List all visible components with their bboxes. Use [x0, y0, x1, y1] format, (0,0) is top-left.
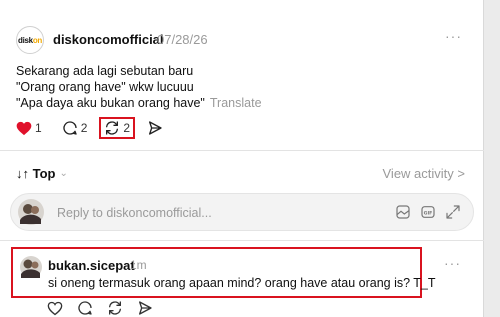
divider	[0, 150, 484, 151]
post-more-icon[interactable]: ···	[445, 28, 462, 44]
thread-card: disk on diskoncomofficial 07/28/26 ··· Se…	[0, 0, 484, 317]
reply-tools: GIF	[386, 204, 461, 220]
comment-text: si oneng termasuk orang apaan mind? oran…	[48, 276, 436, 290]
sort-label: ↓↑ Top	[16, 166, 56, 181]
post-actions: 1 2 2	[16, 117, 163, 139]
repost-icon	[106, 121, 119, 135]
like-button[interactable]: 1	[16, 118, 42, 138]
avatar[interactable]: disk on	[16, 26, 44, 54]
repost-count: 2	[123, 121, 131, 135]
comment-username[interactable]: bukan.sicepat	[48, 258, 135, 273]
post: disk on diskoncomofficial 07/28/26 ··· Se…	[0, 0, 484, 150]
post-date: 07/28/26	[157, 32, 208, 47]
view-activity-link[interactable]: View activity >	[383, 166, 466, 181]
post-text-line: "Apa daya aku bukan orang have" Translate	[16, 96, 262, 110]
heart-icon[interactable]	[47, 301, 63, 316]
post-text-line: Sekarang ada lagi sebutan baru	[16, 64, 194, 78]
heart-filled-icon	[16, 121, 32, 135]
expand-icon[interactable]	[445, 204, 461, 220]
translate-link[interactable]: Translate	[210, 96, 262, 110]
logo-text: disk	[18, 35, 33, 45]
share-button[interactable]	[147, 118, 163, 138]
comment-icon[interactable]	[77, 300, 93, 316]
comment-more-icon[interactable]: ···	[444, 255, 461, 271]
reply-count: 2	[80, 121, 88, 135]
send-icon[interactable]	[137, 300, 153, 316]
send-icon	[149, 121, 162, 135]
repost-icon[interactable]	[107, 300, 123, 316]
reply-comment: bukan.sicepat 1m si oneng termasuk orang…	[11, 247, 436, 298]
avatar	[18, 199, 44, 225]
image-icon[interactable]	[395, 204, 411, 220]
chevron-down-icon: ⌄	[59, 168, 68, 179]
like-count: 1	[35, 121, 42, 135]
reply-input[interactable]: Reply to diskoncomofficial... GIF	[10, 193, 474, 231]
svg-text:GIF: GIF	[424, 210, 433, 216]
sort-dropdown[interactable]: ↓↑ Top ⌄	[16, 166, 68, 181]
post-username[interactable]: diskoncomofficial	[53, 32, 164, 47]
logo-text-accent: on	[32, 35, 42, 45]
divider	[0, 240, 484, 241]
reply-button[interactable]: 2	[62, 118, 88, 138]
avatar[interactable]	[18, 255, 44, 279]
reply-placeholder: Reply to diskoncomofficial...	[57, 206, 212, 220]
post-text-line-content: "Apa daya aku bukan orang have"	[16, 96, 205, 110]
comment-icon	[63, 121, 77, 135]
post-text-line: "Orang orang have" wkw lucuuu	[16, 80, 194, 94]
repost-button[interactable]: 2	[99, 117, 136, 139]
gif-icon[interactable]: GIF	[420, 204, 436, 220]
comment-time: 1m	[130, 258, 147, 272]
comment-actions	[47, 300, 167, 316]
